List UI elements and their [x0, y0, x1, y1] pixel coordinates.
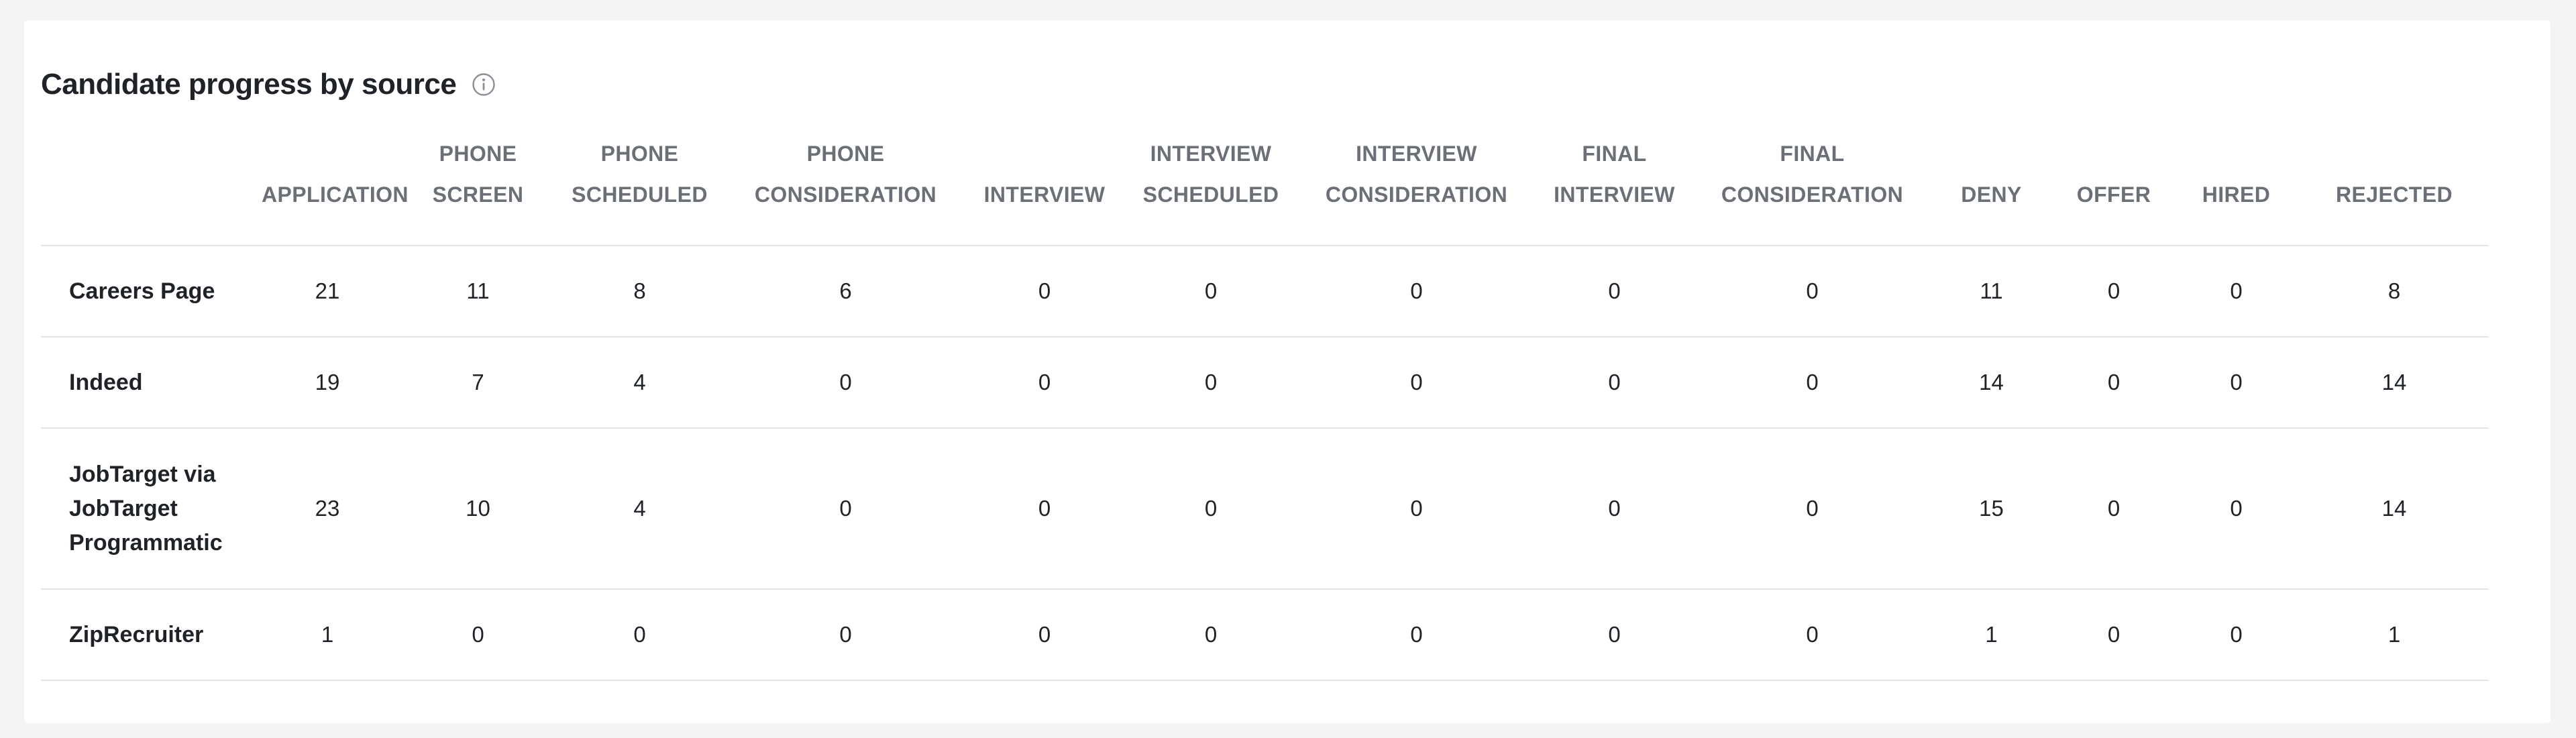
table-cell: 21: [255, 246, 400, 337]
table-cell: 14: [1928, 337, 2055, 429]
column-header: INTERVIEW CONSIDERATION: [1301, 131, 1532, 246]
column-header: PHONE CONSIDERATION: [723, 131, 968, 246]
table-cell: 0: [723, 337, 968, 429]
column-header: INTERVIEW SCHEDULED: [1121, 131, 1301, 246]
table-cell: 19: [255, 337, 400, 429]
table-cell: 4: [556, 428, 723, 590]
source-name: Indeed: [41, 337, 255, 429]
table-cell: 0: [2173, 337, 2300, 429]
table-cell: 15: [1928, 428, 2055, 590]
table-cell: 1: [1928, 589, 2055, 681]
column-header: INTERVIEW: [968, 131, 1121, 246]
source-name: Careers Page: [41, 246, 255, 337]
table-row: Careers Page 21 11 8 6 0 0 0 0 0 11 0 0 …: [41, 246, 2489, 337]
table-cell: 0: [2173, 246, 2300, 337]
table-cell: 0: [968, 428, 1121, 590]
table-cell: 8: [556, 246, 723, 337]
column-header-source: [41, 131, 255, 246]
table-cell: 0: [556, 589, 723, 681]
table-cell: 1: [255, 589, 400, 681]
column-header: HIRED: [2173, 131, 2300, 246]
table-cell: 0: [1301, 337, 1532, 429]
table-cell: 0: [1532, 589, 1697, 681]
table-cell: 0: [723, 589, 968, 681]
page-title: Candidate progress by source: [41, 68, 457, 101]
table-cell: 0: [1301, 428, 1532, 590]
table-cell: 0: [2055, 589, 2173, 681]
table-cell: 1: [2300, 589, 2489, 681]
card-header: Candidate progress by source: [41, 63, 496, 106]
table-cell: 0: [400, 589, 556, 681]
table-cell: 10: [400, 428, 556, 590]
table-cell: 0: [1301, 246, 1532, 337]
table-cell: 4: [556, 337, 723, 429]
column-header: PHONE SCHEDULED: [556, 131, 723, 246]
table-cell: 11: [1928, 246, 2055, 337]
table-cell: 7: [400, 337, 556, 429]
table-cell: 11: [400, 246, 556, 337]
table-cell: 0: [1121, 428, 1301, 590]
column-header: REJECTED: [2300, 131, 2489, 246]
table-cell: 0: [1532, 246, 1697, 337]
table-cell: 0: [1532, 337, 1697, 429]
table-cell: 0: [1697, 246, 1928, 337]
table-cell: 0: [968, 337, 1121, 429]
source-progress-table: APPLICATION PHONE SCREEN PHONE SCHEDULED P…: [41, 131, 2489, 681]
table-cell: 0: [2055, 337, 2173, 429]
table-row: ZipRecruiter 1 0 0 0 0 0 0 0 0 1 0 0 1: [41, 589, 2489, 681]
table-cell: 0: [2055, 246, 2173, 337]
table-cell: 0: [968, 246, 1121, 337]
table-cell: 0: [723, 428, 968, 590]
column-header: APPLICATION: [255, 131, 409, 246]
table-cell: 8: [2300, 246, 2489, 337]
table-cell: 0: [1121, 589, 1301, 681]
column-header: OFFER: [2055, 131, 2173, 246]
column-header: PHONE SCREEN: [400, 131, 556, 246]
table-cell: 0: [1121, 246, 1301, 337]
table-cell: 0: [2173, 589, 2300, 681]
info-icon[interactable]: [471, 72, 496, 97]
table-cell: 0: [968, 589, 1121, 681]
table-row: JobTarget via JobTarget Programmatic 23 10…: [41, 428, 2489, 590]
table-cell: 0: [2173, 428, 2300, 590]
table-cell: 0: [1121, 337, 1301, 429]
source-name: JobTarget via JobTarget Programmatic: [41, 428, 255, 590]
table-cell: 0: [2055, 428, 2173, 590]
table-cell: 14: [2300, 337, 2489, 429]
table-cell: 23: [255, 428, 400, 590]
table-cell: 6: [723, 246, 968, 337]
table-cell: 0: [1301, 589, 1532, 681]
table-row: Indeed 19 7 4 0 0 0 0 0 0 14 0 0 14: [41, 337, 2489, 429]
column-header: DENY: [1928, 131, 2055, 246]
column-header: FINAL CONSIDERATION: [1697, 131, 1928, 246]
table-header-row: APPLICATION PHONE SCREEN PHONE SCHEDULED P…: [41, 131, 2489, 246]
table-cell: 0: [1697, 337, 1928, 429]
table-cell: 14: [2300, 428, 2489, 590]
table-cell: 0: [1697, 428, 1928, 590]
column-header: FINAL INTERVIEW: [1532, 131, 1697, 246]
table-cell: 0: [1532, 428, 1697, 590]
table-cell: 0: [1697, 589, 1928, 681]
source-name: ZipRecruiter: [41, 589, 255, 681]
